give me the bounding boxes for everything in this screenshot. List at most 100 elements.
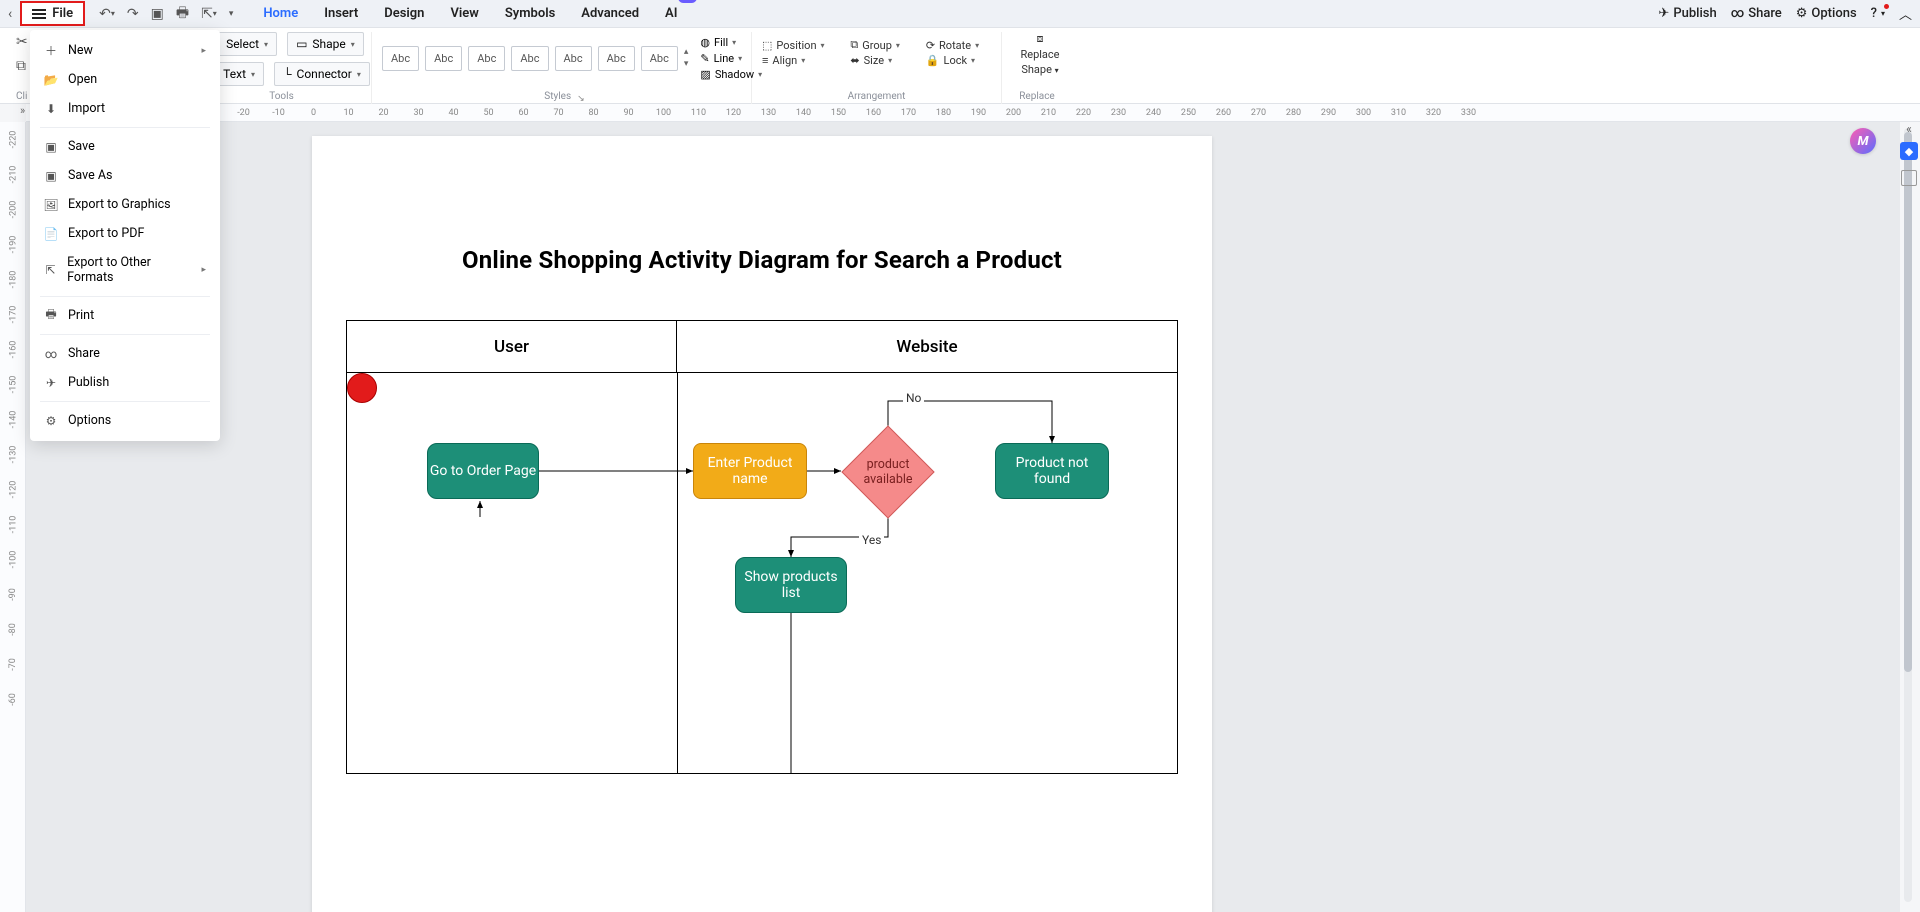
hot-badge: hot [678,0,698,3]
ruler-tick: 10 [331,108,366,118]
style-scroll-down[interactable]: ▾ [684,59,689,69]
ruler-tick: 120 [716,108,751,118]
swimlane-header-user[interactable]: User [347,321,677,372]
swimlane-frame[interactable]: User Website Go to Order Page Enter Prod… [346,320,1178,774]
options-link[interactable]: ⚙Options [1796,6,1857,21]
outline-panel-button[interactable] [1901,170,1917,186]
node-go-to-order-page[interactable]: Go to Order Page [427,443,539,499]
print-qat-button[interactable]: 🖶 [176,2,189,26]
edge-label-yes[interactable]: Yes [859,533,884,547]
edge-label-no[interactable]: No [903,391,924,405]
position-button[interactable]: ⬚Position▾ [762,38,836,52]
menu-save-as[interactable]: ▣Save As [30,161,220,190]
menu-save[interactable]: ▣Save [30,132,220,161]
tab-design[interactable]: Design [382,2,426,25]
share-link[interactable]: ∞Share [1731,6,1782,21]
ruler-tick: 300 [1346,108,1381,118]
swimlane-header-website[interactable]: Website [677,321,1177,372]
menu-print[interactable]: 🖶Print [30,301,220,330]
menu-export-pdf[interactable]: 📄Export to PDF [30,219,220,248]
ruler-tick: 190 [961,108,996,118]
collapse-ribbon-button[interactable]: ︿ [1899,4,1912,23]
fill-icon: ◍ [700,36,710,49]
menu-share[interactable]: ∞Share [30,339,220,368]
rotate-button[interactable]: ⟳Rotate▾ [926,38,991,52]
file-dropdown-menu: ＋New▸ 📂Open ⬇Import ▣Save ▣Save As 🖼Expo… [30,30,220,441]
publish-link[interactable]: ✈Publish [1658,6,1716,21]
file-menu-button[interactable]: File [20,1,85,26]
menu-open[interactable]: 📂Open [30,65,220,94]
app-logo-icon[interactable]: M [1850,128,1876,154]
menu-export-other[interactable]: ⇱Export to Other Formats▸ [30,248,220,292]
node-start[interactable] [347,373,377,403]
help-button[interactable]: ?▾ [1871,6,1885,21]
styles-dialog-launcher[interactable]: ↘ [577,94,585,104]
style-swatch-5[interactable]: Abc [555,46,592,71]
menu-export-graphics[interactable]: 🖼Export to Graphics [30,190,220,219]
connector-tool-button[interactable]: └Connector▾ [274,62,370,86]
ruler-tick: -10 [261,108,296,118]
tab-advanced[interactable]: Advanced [579,2,641,25]
redo-button[interactable]: ↷ [127,6,139,22]
tab-view[interactable]: View [448,2,480,25]
copy-button[interactable]: ⧉ [16,58,26,74]
open-icon: 📂 [44,73,58,87]
undo-button[interactable]: ↶▾ [99,6,115,22]
style-scroll-up[interactable]: ▴ [684,47,689,57]
style-swatch-3[interactable]: Abc [468,46,505,71]
shape-tool-button[interactable]: ▭Shape▾ [287,32,364,56]
style-swatch-7[interactable]: Abc [641,46,678,71]
ruler-tick: -70 [0,658,26,671]
align-button[interactable]: ≡Align▾ [762,54,836,67]
format-panel-button[interactable]: ◆ [1900,142,1918,160]
ruler-tick: -180 [0,271,26,289]
ruler-tick: 230 [1101,108,1136,118]
replace-group-label: Replace [1012,91,1062,104]
swimlane-body: Go to Order Page Enter Product name prod… [347,373,1177,773]
connector-icon: └ [283,67,292,81]
cut-button[interactable]: ✂ [16,34,28,50]
menu-import[interactable]: ⬇Import [30,94,220,123]
menu-publish[interactable]: ✈Publish [30,368,220,397]
lock-button[interactable]: 🔒Lock▾ [926,54,991,67]
save-as-icon: ▣ [44,169,58,183]
style-swatch-4[interactable]: Abc [511,46,548,71]
ruler-tick: -150 [0,376,26,394]
tab-home[interactable]: Home [261,2,300,25]
style-swatch-1[interactable]: Abc [382,46,419,71]
back-chevron-icon[interactable]: ‹ [8,6,12,22]
size-button[interactable]: ⬌Size▾ [850,54,911,67]
ruler-tick: 320 [1416,108,1451,118]
publish-icon: ✈ [44,376,58,390]
ruler-tick: -80 [0,623,26,636]
save-qat-button[interactable]: ▣ [151,6,164,22]
group-icon: ⧉ [850,38,858,52]
group-button[interactable]: ⧉Group▾ [850,38,911,52]
shadow-icon: ▨ [700,68,710,81]
right-rail-collapse-icon[interactable]: « [1906,122,1912,136]
ruler-tick: 40 [436,108,471,118]
qat-more-button[interactable]: ▾ [229,9,234,19]
diagram-page[interactable]: Online Shopping Activity Diagram for Sea… [312,136,1212,912]
style-swatch-2[interactable]: Abc [425,46,462,71]
shape-icon: ▭ [296,37,307,51]
ruler-tick: -220 [0,131,26,149]
tab-symbols[interactable]: Symbols [503,2,557,25]
vertical-scrollbar[interactable] [1904,128,1912,902]
tab-ai[interactable]: AI hot [663,2,679,25]
node-show-products-list[interactable]: Show products list [735,557,847,613]
clipboard-group-label: Cli [16,91,21,104]
ruler-tick: -160 [0,341,26,359]
tab-insert[interactable]: Insert [322,2,360,25]
export-qat-button[interactable]: ⇱▾ [201,6,217,22]
replace-shape-button[interactable]: ⧈ Replace Shape ▾ [1012,32,1068,76]
style-swatch-6[interactable]: Abc [598,46,635,71]
canvas-area[interactable]: M Online Shopping Activity Diagram for S… [26,122,1900,912]
node-product-available[interactable]: product available [841,425,934,518]
node-product-not-found[interactable]: Product not found [995,443,1109,499]
diagram-title[interactable]: Online Shopping Activity Diagram for Sea… [312,246,1212,274]
menu-options[interactable]: ⚙Options [30,406,220,435]
node-enter-product-name[interactable]: Enter Product name [693,443,807,499]
scrollbar-thumb[interactable] [1904,132,1912,672]
menu-new[interactable]: ＋New▸ [30,36,220,65]
